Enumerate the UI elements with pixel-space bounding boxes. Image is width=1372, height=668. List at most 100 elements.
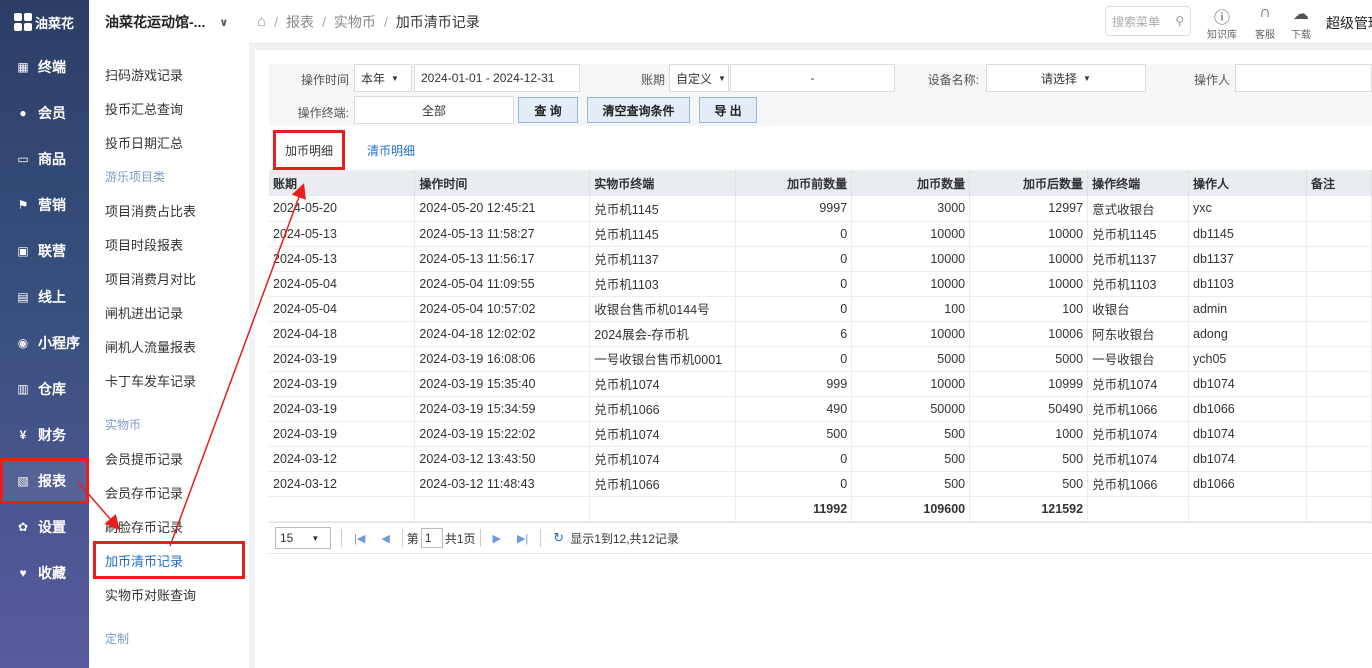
- menu-search-input[interactable]: 搜索菜单 ⚲: [1105, 6, 1191, 36]
- table-cell: 2024-03-12: [269, 471, 416, 497]
- prev-page-icon[interactable]: ◀: [381, 532, 389, 545]
- table-row[interactable]: 2024-05-13 2024-05-13 11:56:17 兑币机1137 0 100…: [269, 246, 1372, 272]
- service-button[interactable]: ∩ 客服: [1249, 4, 1281, 41]
- op-time-mode-select[interactable]: 本年 ▼: [354, 64, 412, 92]
- table-cell: 2024-03-19 15:35:40: [414, 371, 591, 397]
- nav-item-10[interactable]: ▧ 报表: [0, 458, 89, 504]
- query-button[interactable]: 查 询: [518, 97, 578, 123]
- nav-item-11[interactable]: ✿ 设置: [0, 504, 89, 550]
- breadcrumb-reports[interactable]: 报表: [286, 12, 314, 32]
- table-row[interactable]: 2024-03-19 2024-03-19 16:08:06 一号收银台售币机000…: [269, 346, 1372, 372]
- operator-input[interactable]: [1235, 64, 1372, 92]
- submenu-item[interactable]: 闸机进出记录: [89, 295, 249, 329]
- nav-item-12[interactable]: ♥ 收藏: [0, 550, 89, 596]
- table-row[interactable]: 2024-03-12 2024-03-12 13:43:50 兑币机1074 0 500…: [269, 446, 1372, 472]
- table-total-row: 11992 109600 121592: [269, 496, 1372, 522]
- refresh-icon[interactable]: ↻: [553, 530, 564, 546]
- nav-item-1[interactable]: ▦ 终端: [0, 44, 89, 90]
- download-button[interactable]: ☁ 下载: [1285, 4, 1317, 41]
- nav-item-3[interactable]: ▭ 商品: [0, 136, 89, 182]
- column-header[interactable]: 备注: [1306, 170, 1372, 196]
- table-cell: 100: [851, 296, 971, 322]
- table-cell: 收银台: [1087, 296, 1190, 322]
- breadcrumb-physical-coin[interactable]: 实物币: [334, 12, 376, 32]
- table-row[interactable]: 2024-04-18 2024-04-18 12:02:02 2024展会-存币机 6…: [269, 321, 1372, 347]
- table-cell: 兑币机1137: [589, 246, 737, 272]
- user-name[interactable]: 超级管理: [1326, 13, 1372, 33]
- terminal-select[interactable]: 全部: [354, 96, 514, 124]
- terminal-icon: ▦: [17, 60, 29, 74]
- column-header[interactable]: 操作人: [1188, 170, 1307, 196]
- submenu-item[interactable]: 刷脸存币记录: [89, 509, 249, 543]
- submenu-item[interactable]: 项目消费占比表: [89, 193, 249, 227]
- nav-item-4[interactable]: ⚑ 营销: [0, 182, 89, 228]
- period-mode-select[interactable]: 自定义 ▼: [669, 64, 729, 92]
- submenu-item[interactable]: 闸机人流量报表: [89, 329, 249, 363]
- table-cell: db1066: [1188, 471, 1307, 497]
- nav-item-5[interactable]: ▣ 联营: [0, 228, 89, 274]
- home-icon[interactable]: ⌂: [257, 13, 266, 30]
- submenu-item[interactable]: 项目消费月对比: [89, 261, 249, 295]
- submenu-item[interactable]: 卡丁车发车记录: [89, 363, 249, 397]
- next-page-icon[interactable]: ▶: [493, 532, 501, 545]
- column-header[interactable]: 加币数量: [851, 170, 971, 196]
- search-icon: ⚲: [1175, 14, 1184, 28]
- table-cell: 500: [851, 421, 971, 447]
- nav-item-8[interactable]: ▥ 仓库: [0, 366, 89, 412]
- table-row[interactable]: 2024-03-19 2024-03-19 15:35:40 兑币机1074 999 1…: [269, 371, 1372, 397]
- tab-add-coin-detail[interactable]: 加币明细: [273, 130, 345, 170]
- nav-item-7[interactable]: ◉ 小程序: [0, 320, 89, 366]
- table-cell: 0: [735, 296, 853, 322]
- table-row[interactable]: 2024-05-04 2024-05-04 11:09:55 兑币机1103 0 100…: [269, 271, 1372, 297]
- total-cell: [414, 496, 591, 522]
- nav-item-label: 小程序: [38, 335, 80, 351]
- device-select[interactable]: 请选择 ▼: [986, 64, 1146, 92]
- page-size-select[interactable]: 15 ▼: [275, 527, 331, 549]
- nav-item-label: 联营: [38, 243, 66, 259]
- op-time-range-input[interactable]: 2024-01-01 - 2024-12-31: [414, 64, 580, 92]
- table-row[interactable]: 2024-03-12 2024-03-12 11:48:43 兑币机1066 0 500…: [269, 471, 1372, 497]
- table-cell: [1306, 396, 1372, 422]
- table-cell: 3000: [851, 196, 971, 222]
- column-header[interactable]: 账期: [269, 170, 416, 196]
- column-header[interactable]: 操作终端: [1087, 170, 1190, 196]
- table-cell: 10000: [969, 221, 1089, 247]
- submenu-item[interactable]: 投币汇总查询: [89, 91, 249, 125]
- table-row[interactable]: 2024-05-13 2024-05-13 11:58:27 兑币机1145 0 100…: [269, 221, 1372, 247]
- nav-item-2[interactable]: ● 会员: [0, 90, 89, 136]
- column-header[interactable]: 加币前数量: [735, 170, 853, 196]
- clear-filters-button[interactable]: 清空查询条件: [587, 97, 690, 123]
- table-header-row: 账期 操作时间 实物币终端 加币前数量 加币数量 加币后数量 操作终端 操作人 备注: [269, 170, 1372, 196]
- shop-selector[interactable]: 油菜花运动馆-... ∨: [89, 0, 249, 44]
- submenu-item[interactable]: 实物币对账查询: [89, 577, 249, 611]
- submenu-item[interactable]: 会员存币记录: [89, 475, 249, 509]
- table-cell: 10000: [851, 371, 971, 397]
- column-header[interactable]: 加币后数量: [969, 170, 1089, 196]
- nav-item-label: 财务: [38, 427, 66, 443]
- pagination-bar: 15 ▼ |◀ ◀ 第 1 共1页 ▶ ▶| ↻ 显示1到12,共12记录: [269, 522, 1372, 554]
- tab-clear-coin-detail[interactable]: 清币明细: [367, 130, 415, 170]
- nav-item-6[interactable]: ▤ 线上: [0, 274, 89, 320]
- table-row[interactable]: 2024-05-20 2024-05-20 12:45:21 兑币机1145 9997…: [269, 196, 1372, 222]
- first-page-icon[interactable]: |◀: [354, 532, 365, 545]
- table-row[interactable]: 2024-05-04 2024-05-04 10:57:02 收银台售币机0144号…: [269, 296, 1372, 322]
- table-row[interactable]: 2024-03-19 2024-03-19 15:22:02 兑币机1074 500 5…: [269, 421, 1372, 447]
- submenu-item[interactable]: 扫码游戏记录: [89, 57, 249, 91]
- table-cell: 0: [735, 221, 853, 247]
- nav-item-9[interactable]: ¥ 财务: [0, 412, 89, 458]
- op-time-label: 操作时间: [300, 73, 349, 87]
- column-header[interactable]: 操作时间: [414, 170, 591, 196]
- period-range-input[interactable]: -: [730, 64, 895, 92]
- table-row[interactable]: 2024-03-19 2024-03-19 15:34:59 兑币机1066 490 5…: [269, 396, 1372, 422]
- last-page-icon[interactable]: ▶|: [517, 532, 528, 545]
- page-number-input[interactable]: 1: [420, 528, 443, 548]
- column-header[interactable]: 实物币终端: [589, 170, 737, 196]
- submenu-item[interactable]: 投币日期汇总: [89, 125, 249, 159]
- submenu-item[interactable]: 项目时段报表: [89, 227, 249, 261]
- submenu-item[interactable]: 加币清币记录: [93, 541, 245, 579]
- submenu-item[interactable]: 会员提币记录: [89, 441, 249, 475]
- brand-logo[interactable]: 油菜花: [0, 0, 89, 44]
- table-cell: 2024展会-存币机: [589, 321, 737, 347]
- help-button[interactable]: ⓘ 知识库: [1206, 4, 1238, 41]
- export-button[interactable]: 导 出: [699, 97, 757, 123]
